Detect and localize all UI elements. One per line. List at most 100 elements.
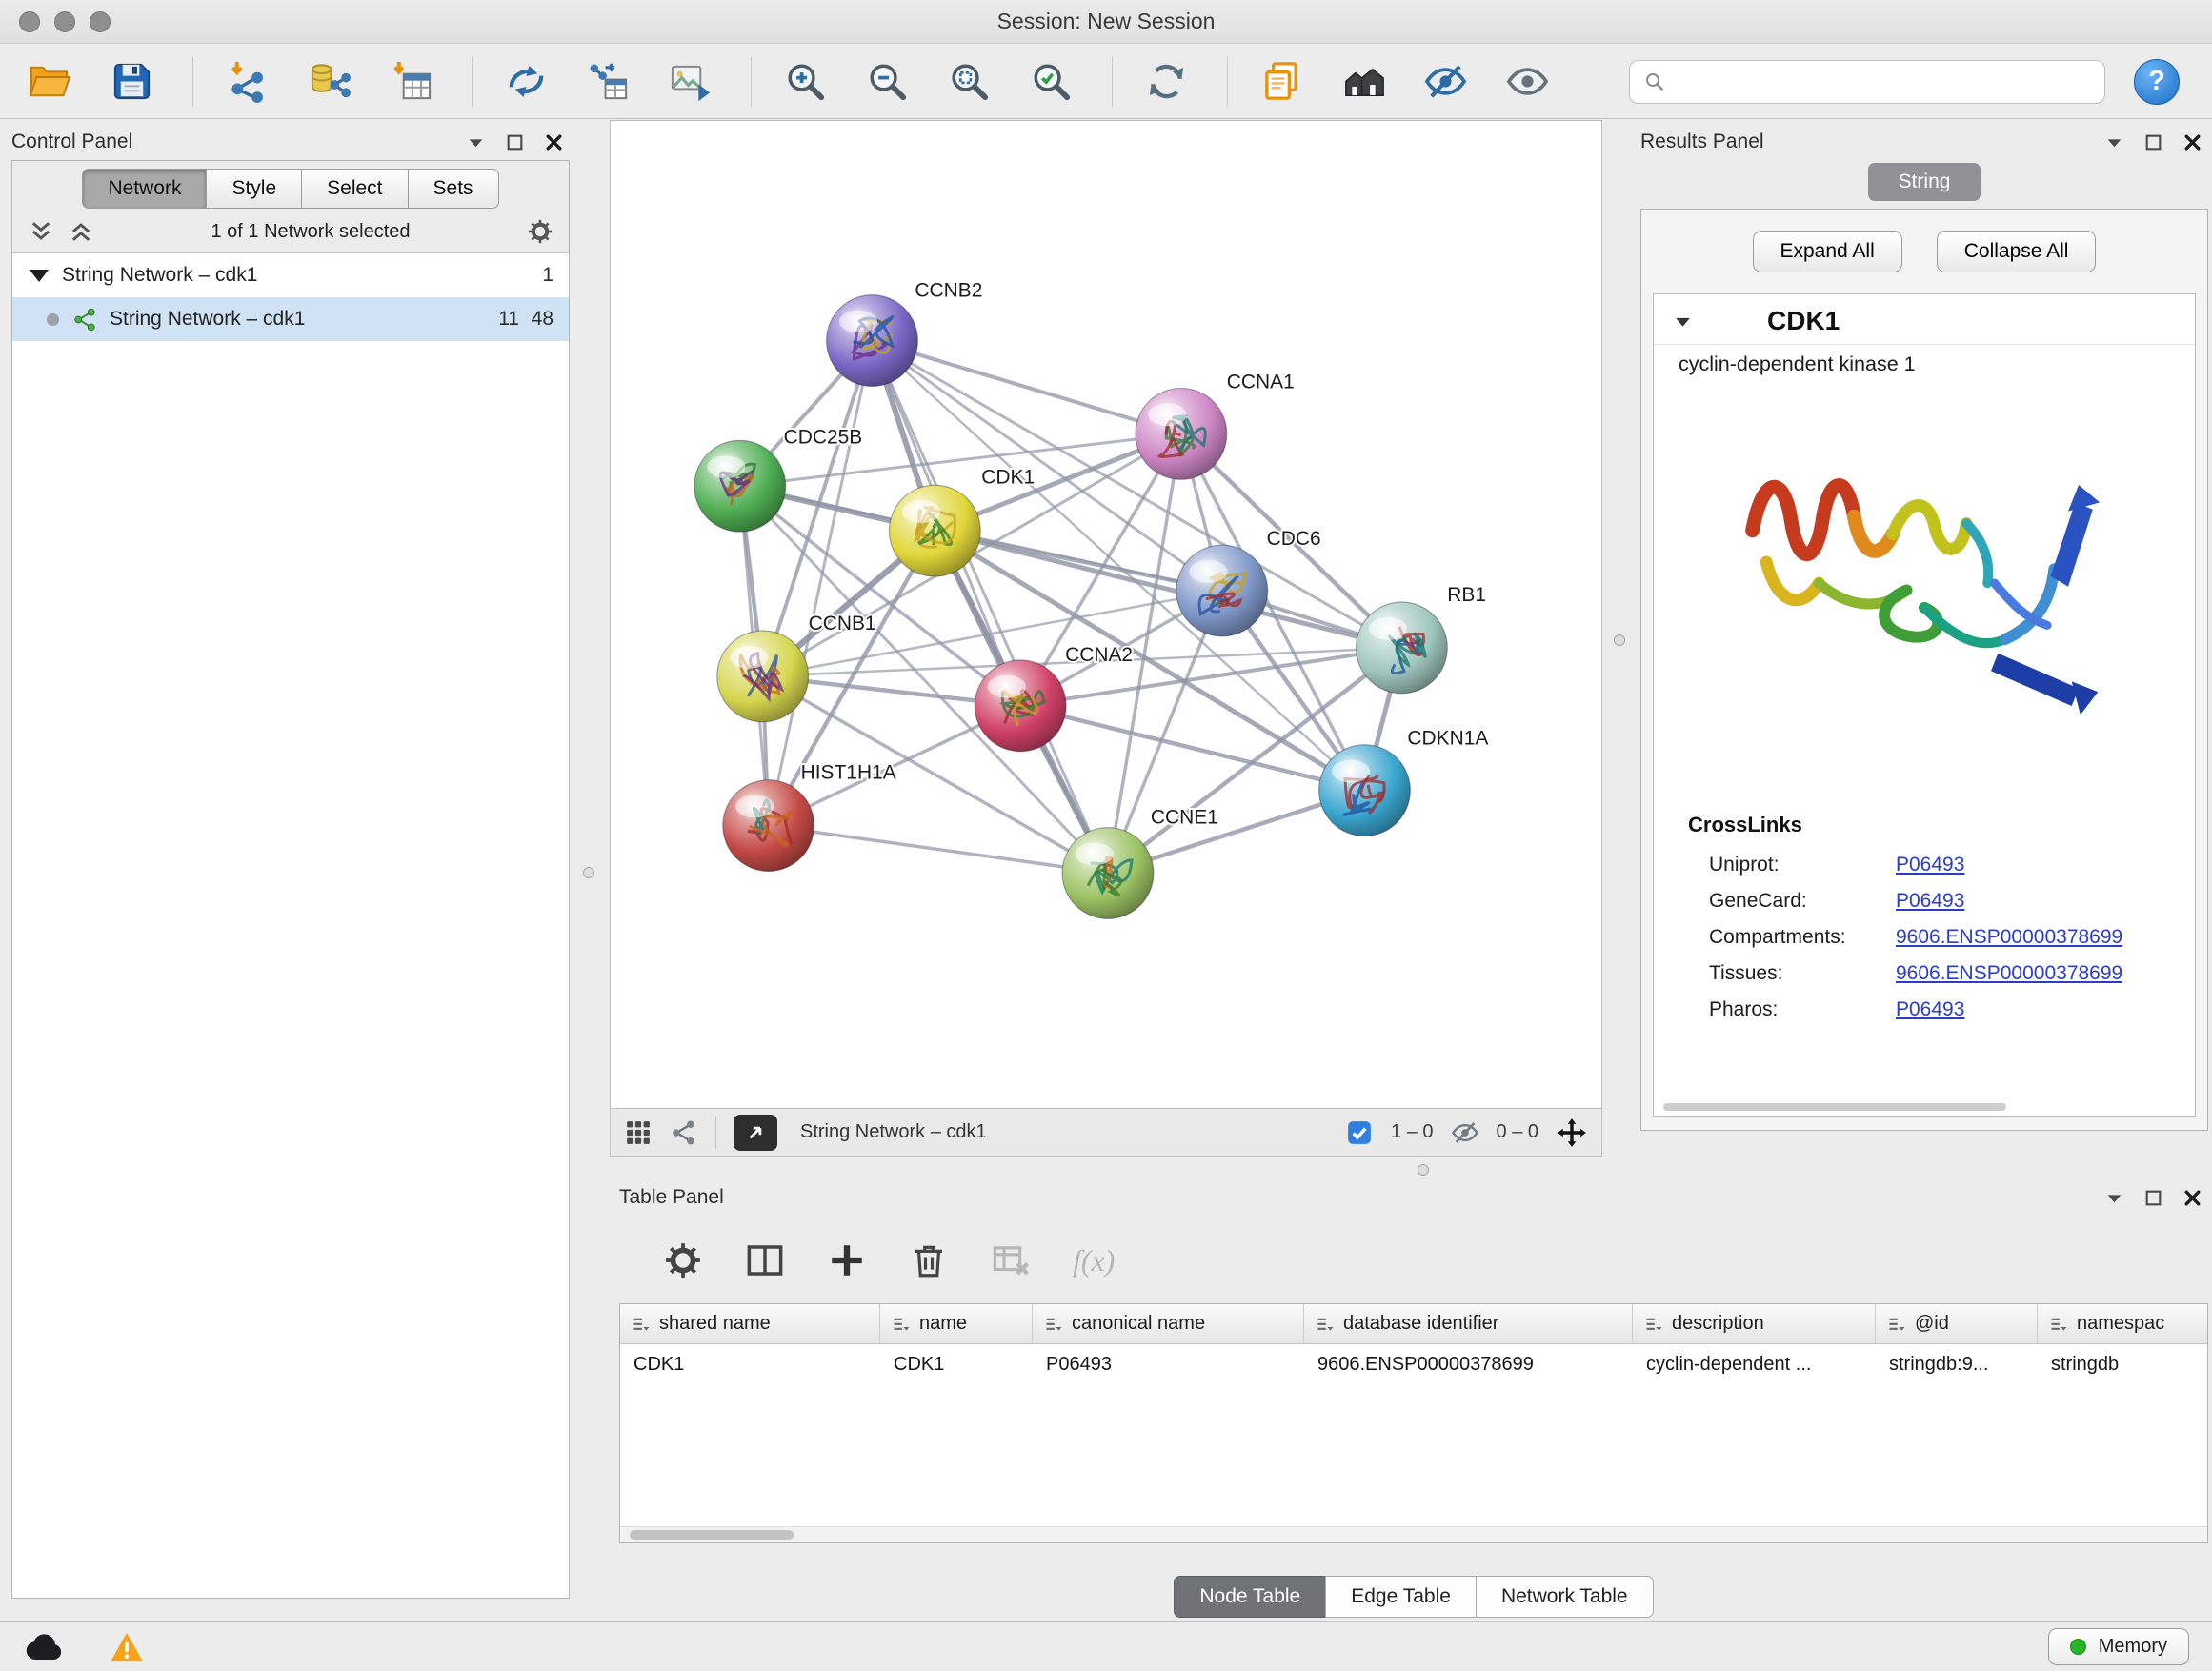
edge-HIST1H1A-CCNE1[interactable] bbox=[769, 826, 1108, 874]
cell-id[interactable]: stringdb:9... bbox=[1876, 1354, 2038, 1376]
hide-graphics-details-button[interactable] bbox=[1420, 54, 1470, 110]
hidden-eye-slash-icon[interactable] bbox=[1451, 1118, 1479, 1147]
collapse-section-icon[interactable] bbox=[1673, 312, 1693, 332]
browser-home-button[interactable] bbox=[1338, 54, 1388, 110]
node-CDKN1A[interactable] bbox=[1319, 745, 1411, 836]
zoom-fit-button[interactable] bbox=[944, 54, 994, 110]
maximize-panel-icon[interactable] bbox=[2143, 132, 2163, 152]
search-input[interactable] bbox=[1676, 70, 2091, 92]
open-file-button[interactable] bbox=[25, 54, 74, 110]
crosslink-uniprot-link[interactable]: P06493 bbox=[1896, 854, 1964, 876]
crosslink-pharos-link[interactable]: P06493 bbox=[1896, 998, 1964, 1021]
tree-expand-icon[interactable] bbox=[30, 270, 49, 282]
column-header[interactable]: name bbox=[880, 1304, 1033, 1343]
column-header[interactable]: shared name bbox=[620, 1304, 880, 1343]
help-button[interactable]: ? bbox=[2134, 59, 2180, 105]
copy-documents-button[interactable] bbox=[1257, 54, 1306, 110]
node-HIST1H1A[interactable] bbox=[723, 780, 814, 872]
zoom-out-button[interactable] bbox=[862, 54, 912, 110]
cell-shared-name[interactable]: CDK1 bbox=[620, 1354, 880, 1376]
network-collection-row[interactable]: String Network – cdk1 1 bbox=[12, 253, 569, 297]
table-row[interactable]: CDK1 CDK1 P06493 9606.ENSP00000378699 cy… bbox=[620, 1344, 2207, 1384]
window-zoom-button[interactable] bbox=[90, 11, 111, 32]
window-close-button[interactable] bbox=[19, 11, 40, 32]
open-in-new-button[interactable] bbox=[734, 1115, 777, 1151]
window-minimize-button[interactable] bbox=[54, 11, 75, 32]
float-panel-icon[interactable] bbox=[2104, 132, 2124, 152]
tab-node-table[interactable]: Node Table bbox=[1174, 1576, 1326, 1618]
column-header[interactable]: @id bbox=[1876, 1304, 2038, 1343]
show-columns-icon[interactable] bbox=[745, 1240, 785, 1280]
float-panel-icon[interactable] bbox=[466, 132, 486, 152]
node-CCNB1[interactable] bbox=[717, 631, 809, 722]
edge-CCNB2-CCNA1[interactable] bbox=[872, 341, 1180, 434]
tab-style[interactable]: Style bbox=[206, 169, 302, 209]
splitter-handle[interactable] bbox=[1614, 634, 1625, 646]
column-header[interactable]: description bbox=[1633, 1304, 1876, 1343]
node-CCNB2[interactable] bbox=[827, 295, 918, 387]
table-settings-gear-icon[interactable] bbox=[663, 1240, 703, 1280]
add-column-icon[interactable] bbox=[827, 1240, 867, 1280]
edge-CCNB2-CCNE1[interactable] bbox=[872, 341, 1108, 874]
cell-namespace[interactable]: stringdb bbox=[2038, 1354, 2207, 1376]
save-session-button[interactable] bbox=[107, 54, 156, 110]
tab-sets[interactable]: Sets bbox=[408, 169, 499, 209]
tab-string[interactable]: String bbox=[1868, 163, 1981, 201]
close-panel-icon[interactable] bbox=[544, 132, 564, 152]
import-table-button[interactable] bbox=[386, 54, 435, 110]
tab-edge-table[interactable]: Edge Table bbox=[1325, 1576, 1477, 1618]
node-CDC25B[interactable] bbox=[694, 440, 786, 532]
results-scrollbar[interactable] bbox=[1663, 1103, 2006, 1111]
network-table-button[interactable] bbox=[583, 54, 633, 110]
splitter-handle[interactable] bbox=[1418, 1164, 1429, 1176]
node-CDK1[interactable] bbox=[889, 485, 980, 576]
crosslink-compartments-link[interactable]: 9606.ENSP00000378699 bbox=[1896, 926, 2122, 949]
close-panel-icon[interactable] bbox=[2182, 132, 2202, 152]
cell-name[interactable]: CDK1 bbox=[880, 1354, 1033, 1376]
import-network-database-button[interactable] bbox=[304, 54, 353, 110]
table-horizontal-scrollbar[interactable] bbox=[620, 1526, 2207, 1542]
network-arrows-button[interactable] bbox=[501, 54, 551, 110]
selected-checkbox-icon[interactable] bbox=[1345, 1118, 1374, 1147]
delete-column-trash-icon[interactable] bbox=[909, 1240, 949, 1280]
zoom-selected-button[interactable] bbox=[1026, 54, 1076, 110]
column-header[interactable]: namespac bbox=[2038, 1304, 2207, 1343]
warning-icon[interactable] bbox=[109, 1631, 145, 1663]
scrollbar-thumb[interactable] bbox=[630, 1530, 794, 1540]
network-row[interactable]: String Network – cdk1 11 48 bbox=[12, 297, 569, 341]
collapse-all-icon[interactable] bbox=[28, 218, 54, 245]
column-header[interactable]: database identifier bbox=[1304, 1304, 1633, 1343]
pan-move-icon[interactable] bbox=[1556, 1117, 1588, 1149]
tab-select[interactable]: Select bbox=[301, 169, 408, 209]
refresh-button[interactable] bbox=[1141, 54, 1191, 110]
float-panel-icon[interactable] bbox=[2104, 1188, 2124, 1208]
node-CDC6[interactable] bbox=[1176, 545, 1268, 636]
gear-icon[interactable] bbox=[527, 218, 553, 245]
expand-all-icon[interactable] bbox=[68, 218, 94, 245]
zoom-in-button[interactable] bbox=[780, 54, 830, 110]
cell-description[interactable]: cyclin-dependent ... bbox=[1633, 1354, 1876, 1376]
node-RB1[interactable] bbox=[1356, 602, 1447, 694]
tab-network[interactable]: Network bbox=[82, 169, 207, 209]
collapse-all-button[interactable]: Collapse All bbox=[1937, 231, 2097, 272]
birdseye-grid-icon[interactable] bbox=[624, 1118, 653, 1147]
network-share-icon[interactable] bbox=[670, 1118, 698, 1147]
tab-network-table[interactable]: Network Table bbox=[1476, 1576, 1654, 1618]
network-canvas[interactable]: CCNB2CCNA1CDC25BCDK1CDC6RB1CCNB1CCNA2CDK… bbox=[610, 120, 1602, 1109]
show-graphics-details-button[interactable] bbox=[1502, 54, 1552, 110]
maximize-panel-icon[interactable] bbox=[2143, 1188, 2163, 1208]
node-CCNA1[interactable] bbox=[1136, 388, 1227, 479]
import-network-file-button[interactable] bbox=[222, 54, 271, 110]
expand-all-button[interactable]: Expand All bbox=[1753, 231, 1902, 272]
node-CCNA2[interactable] bbox=[975, 660, 1066, 752]
node-CCNE1[interactable] bbox=[1062, 828, 1154, 919]
maximize-panel-icon[interactable] bbox=[505, 132, 525, 152]
crosslink-tissues-link[interactable]: 9606.ENSP00000378699 bbox=[1896, 962, 2122, 985]
column-header[interactable]: canonical name bbox=[1033, 1304, 1304, 1343]
splitter-handle[interactable] bbox=[583, 867, 594, 878]
close-panel-icon[interactable] bbox=[2182, 1188, 2202, 1208]
cell-canonical-name[interactable]: P06493 bbox=[1033, 1354, 1304, 1376]
crosslink-genecard-link[interactable]: P06493 bbox=[1896, 890, 1964, 913]
cell-database-identifier[interactable]: 9606.ENSP00000378699 bbox=[1304, 1354, 1633, 1376]
memory-button[interactable]: Memory bbox=[2048, 1628, 2189, 1665]
